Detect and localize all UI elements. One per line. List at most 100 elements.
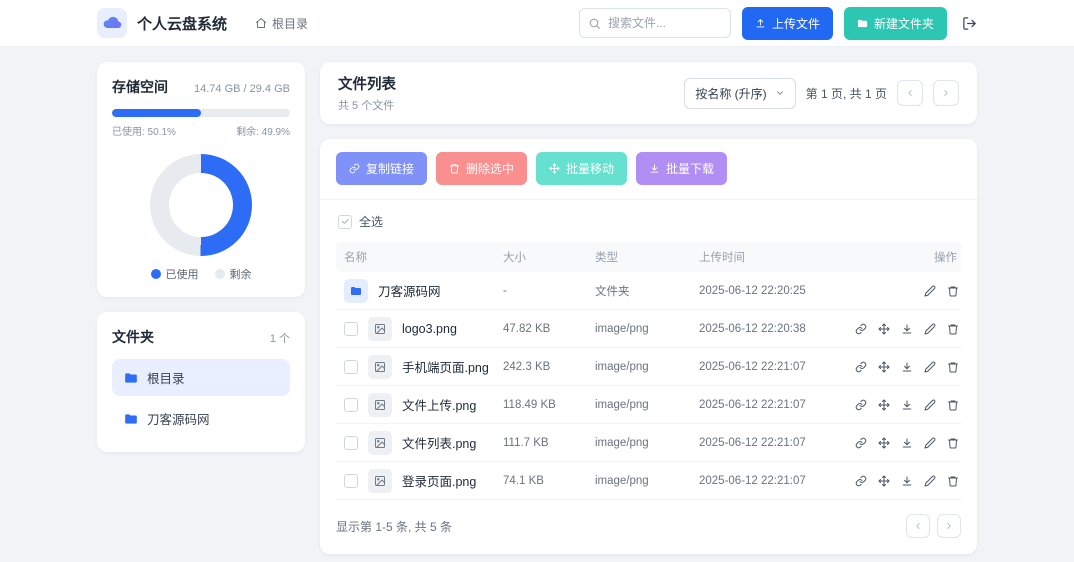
home-icon [255,17,267,29]
next-page-button[interactable] [933,80,959,106]
batch-move-button[interactable]: 批量移动 [536,152,627,185]
table-row[interactable]: 文件上传.png 118.49 KB image/png 2025-06-12 … [336,386,961,424]
file-uploaded: 2025-06-12 22:21:07 [699,399,869,411]
delete-selected-label: 删除选中 [466,160,514,177]
copy-link-action-icon[interactable] [855,323,867,335]
file-name[interactable]: 手机端页面.png [402,357,489,376]
file-name[interactable]: 刀客源码网 [378,281,441,300]
breadcrumb[interactable]: 根目录 [255,15,308,32]
select-all-checkbox[interactable] [338,215,352,229]
storage-used-label: 已使用: 50.1% [112,123,176,138]
edit-action-icon[interactable] [924,323,936,335]
move-action-icon[interactable] [878,399,890,411]
copy-link-action-icon[interactable] [855,399,867,411]
delete-action-icon[interactable] [947,437,959,449]
batch-download-label: 批量下载 [666,160,714,177]
copy-link-button[interactable]: 复制链接 [336,152,427,185]
delete-action-icon[interactable] [947,399,959,411]
sort-select[interactable]: 按名称 (升序) [684,78,795,109]
file-type: image/png [595,399,699,411]
search-input[interactable] [579,8,731,38]
copy-link-action-icon[interactable] [855,361,867,373]
top-bar: 个人云盘系统 根目录 上传文件 新建文件夹 [0,0,1074,47]
file-size: 47.82 KB [503,323,595,335]
table-row[interactable]: 刀客源码网 - 文件夹 2025-06-12 22:20:25 [336,272,961,310]
legend-free-dot [215,269,225,279]
delete-selected-button[interactable]: 删除选中 [436,152,527,185]
row-checkbox[interactable] [344,474,358,488]
edit-action-icon[interactable] [924,437,936,449]
edit-action-icon[interactable] [924,475,936,487]
table-row[interactable]: 手机端页面.png 242.3 KB image/png 2025-06-12 … [336,348,961,386]
copy-link-action-icon[interactable] [855,437,867,449]
file-name[interactable]: 文件上传.png [402,395,476,414]
file-type: image/png [595,323,699,335]
table-row[interactable]: logo3.png 47.82 KB image/png 2025-06-12 … [336,310,961,348]
legend-free: 剩余 [215,266,252,282]
row-checkbox[interactable] [344,360,358,374]
storage-title: 存储空间 [112,77,168,97]
table-header: 名称 大小 类型 上传时间 操作 [336,242,961,272]
upload-file-button[interactable]: 上传文件 [742,7,833,40]
file-list-title: 文件列表 [338,73,396,94]
table-row[interactable]: 登录页面.png 74.1 KB image/png 2025-06-12 22… [336,462,961,500]
move-action-icon[interactable] [878,361,890,373]
storage-donut-chart [150,154,252,256]
download-action-icon[interactable] [901,361,913,373]
file-name[interactable]: logo3.png [402,322,457,336]
move-action-icon[interactable] [878,437,890,449]
file-type: image/png [595,437,699,449]
copy-link-action-icon[interactable] [855,475,867,487]
edit-action-icon[interactable] [924,285,936,297]
table-footer: 显示第 1-5 条, 共 5 条 [336,514,961,538]
file-name[interactable]: 登录页面.png [402,471,476,490]
image-type-icon [368,431,392,455]
download-action-icon[interactable] [901,323,913,335]
folder-icon [124,371,138,385]
file-uploaded: 2025-06-12 22:20:25 [699,285,869,297]
download-action-icon[interactable] [901,475,913,487]
move-action-icon[interactable] [878,475,890,487]
logout-icon[interactable] [962,16,977,31]
download-action-icon[interactable] [901,437,913,449]
chevron-right-icon [941,88,951,98]
folder-item-label: 根目录 [147,368,185,387]
batch-download-button[interactable]: 批量下载 [636,152,727,185]
move-action-icon[interactable] [878,323,890,335]
copy-link-label: 复制链接 [366,160,414,177]
pagination-summary: 显示第 1-5 条, 共 5 条 [336,518,452,535]
app-logo [97,8,127,38]
edit-action-icon[interactable] [924,361,936,373]
file-uploaded: 2025-06-12 22:21:07 [699,361,869,373]
download-action-icon[interactable] [901,399,913,411]
folder-icon [124,412,138,426]
row-checkbox[interactable] [344,322,358,336]
legend-used-dot [151,269,161,279]
breadcrumb-label: 根目录 [272,15,308,32]
batch-move-label: 批量移动 [566,160,614,177]
file-uploaded: 2025-06-12 22:21:07 [699,475,869,487]
prev-page-button-bottom[interactable] [906,514,930,538]
row-checkbox[interactable] [344,436,358,450]
check-icon [341,217,350,226]
delete-action-icon[interactable] [947,475,959,487]
prev-page-button[interactable] [897,80,923,106]
sidebar-folder-item[interactable]: 刀客源码网 [112,400,290,437]
storage-panel: 存储空间 14.74 GB / 29.4 GB 已使用: 50.1% 剩余: 4… [97,62,305,297]
file-list-panel: 复制链接删除选中批量移动批量下载 全选 名称 大小 类型 上传时间 操作 [320,139,977,554]
folder-type-icon [344,279,368,303]
upload-icon [755,18,766,29]
delete-action-icon[interactable] [947,285,959,297]
file-name[interactable]: 文件列表.png [402,433,476,452]
file-type: image/png [595,361,699,373]
search-icon [588,17,601,30]
new-folder-button[interactable]: 新建文件夹 [844,7,947,40]
row-checkbox[interactable] [344,398,358,412]
sidebar-folder-item[interactable]: 根目录 [112,359,290,396]
cloud-icon [102,13,122,33]
next-page-button-bottom[interactable] [937,514,961,538]
delete-action-icon[interactable] [947,323,959,335]
delete-action-icon[interactable] [947,361,959,373]
edit-action-icon[interactable] [924,399,936,411]
table-row[interactable]: 文件列表.png 111.7 KB image/png 2025-06-12 2… [336,424,961,462]
